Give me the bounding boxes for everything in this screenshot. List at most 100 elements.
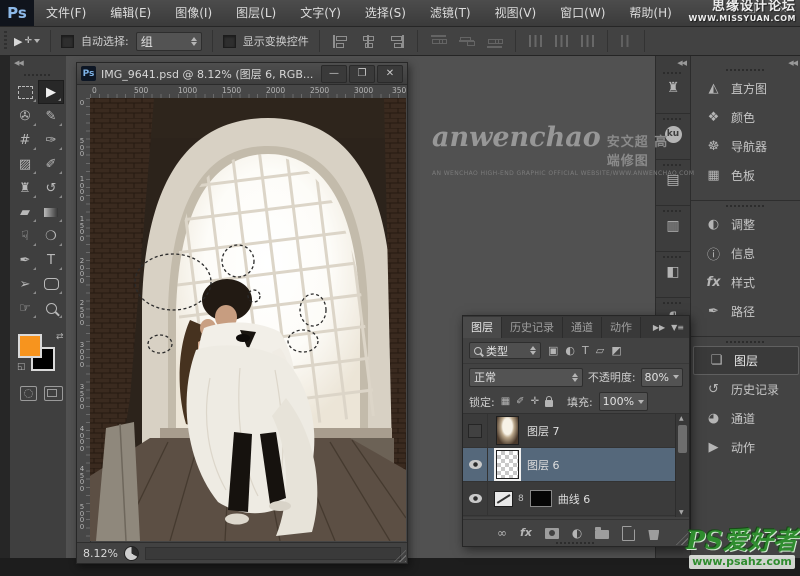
align-vertical-centers-icon[interactable]: [459, 35, 474, 48]
swatches-panel-button[interactable]: ▦色板: [691, 161, 800, 190]
distribute-right-icon[interactable]: [581, 35, 594, 47]
layer-style-icon[interactable]: fx: [520, 527, 532, 539]
zoom-level[interactable]: 8.12%: [83, 547, 118, 560]
path-selection-tool[interactable]: ➢: [12, 272, 38, 296]
adjustment-layer-icon[interactable]: ◐: [572, 527, 582, 539]
clone-source-panel-button[interactable]: ♜: [656, 68, 690, 114]
canvas[interactable]: [90, 98, 406, 541]
quick-mask-button[interactable]: [20, 386, 37, 401]
align-horizontal-centers-icon[interactable]: [361, 35, 376, 48]
lock-paint-icon[interactable]: ✐: [516, 396, 524, 407]
filter-pixel-icon[interactable]: ▣: [548, 344, 558, 357]
lasso-tool[interactable]: ✇: [12, 104, 38, 128]
foreground-color-swatch[interactable]: [18, 334, 42, 358]
dock-collapse-icon[interactable]: ◀◀: [677, 59, 686, 67]
history-panel-button[interactable]: ↺历史记录: [691, 375, 800, 404]
smudge-tool[interactable]: ☟: [12, 224, 38, 248]
move-tool[interactable]: ▶: [38, 80, 64, 104]
doc-minimize-button[interactable]: —: [321, 65, 347, 83]
layer-row-curves[interactable]: 8 曲线 6: [463, 482, 676, 516]
panel-menu-icon[interactable]: ▼≡: [671, 323, 684, 332]
new-group-icon[interactable]: [595, 530, 609, 539]
menu-edit[interactable]: 编辑(E): [98, 0, 163, 26]
layer-mask-thumbnail[interactable]: [530, 490, 552, 507]
auto-select-dropdown[interactable]: 组: [136, 32, 202, 51]
tab-history[interactable]: 历史记录: [502, 317, 563, 338]
brush-tool[interactable]: ✐: [38, 152, 64, 176]
menu-window[interactable]: 窗口(W): [548, 0, 617, 26]
filter-type-icon[interactable]: T: [582, 344, 589, 357]
layer-filter-dropdown[interactable]: 类型: [469, 342, 541, 359]
shape-tool[interactable]: [38, 272, 64, 296]
layers-panel-button[interactable]: ❏图层: [693, 346, 799, 375]
blend-mode-dropdown[interactable]: 正常: [469, 368, 583, 387]
menu-file[interactable]: 文件(F): [34, 0, 98, 26]
lock-all-icon[interactable]: [545, 400, 553, 407]
screen-mode-button[interactable]: [44, 386, 63, 401]
new-layer-icon[interactable]: [622, 526, 635, 541]
align-bottom-edges-icon[interactable]: [487, 35, 502, 48]
layer-thumbnail[interactable]: [496, 416, 519, 445]
distribute-left-icon[interactable]: [529, 35, 542, 47]
styles-panel-button[interactable]: fx样式: [691, 268, 800, 297]
lock-position-icon[interactable]: ✛: [531, 396, 539, 407]
tab-actions[interactable]: 动作: [602, 317, 641, 338]
history-brush-tool[interactable]: ↺: [38, 176, 64, 200]
navigator-panel-button[interactable]: ☸导航器: [691, 132, 800, 161]
hand-tool[interactable]: ☞: [12, 296, 38, 320]
zoom-tool[interactable]: [38, 296, 64, 320]
menu-type[interactable]: 文字(Y): [288, 0, 353, 26]
default-colors-icon[interactable]: ◱: [17, 362, 26, 372]
menu-view[interactable]: 视图(V): [483, 0, 549, 26]
opacity-value[interactable]: 80%: [641, 368, 683, 387]
tab-layers[interactable]: 图层: [463, 317, 502, 338]
crop-tool[interactable]: #: [12, 128, 38, 152]
toolbox-collapse-icon[interactable]: ◀◀: [14, 59, 23, 67]
document-title-bar[interactable]: Ps IMG_9641.psd @ 8.12% (图层 6, RGB... — …: [77, 63, 407, 85]
link-layers-icon[interactable]: ∞: [497, 527, 507, 539]
eyedropper-tool[interactable]: ✑: [38, 128, 64, 152]
show-transform-checkbox[interactable]: [223, 35, 236, 48]
align-left-edges-icon[interactable]: [333, 35, 348, 48]
paths-panel-button[interactable]: ✒路径: [691, 297, 800, 326]
menu-help[interactable]: 帮助(H): [617, 0, 683, 26]
layer-thumbnail[interactable]: [496, 450, 519, 479]
color-panel-button[interactable]: ❖颜色: [691, 103, 800, 132]
visibility-toggle[interactable]: [463, 482, 488, 515]
add-mask-icon[interactable]: [545, 528, 559, 539]
lock-transparent-icon[interactable]: ▦: [501, 396, 510, 407]
paragraph-styles-panel-button[interactable]: ▥: [656, 206, 690, 252]
filter-smart-object-icon[interactable]: ◩: [611, 344, 621, 357]
menu-layer[interactable]: 图层(L): [224, 0, 288, 26]
visibility-toggle[interactable]: [463, 448, 488, 481]
clone-stamp-tool[interactable]: ♜: [12, 176, 38, 200]
quick-selection-tool[interactable]: ✎: [38, 104, 64, 128]
auto-select-checkbox[interactable]: [61, 35, 74, 48]
info-panel-button[interactable]: ⓘ信息: [691, 239, 800, 268]
type-tool[interactable]: T: [38, 248, 64, 272]
expand-panel-icon[interactable]: ▶▶: [653, 323, 665, 332]
panel-grip[interactable]: [556, 542, 596, 544]
actions-panel-button[interactable]: ▶动作: [691, 433, 800, 462]
distribute-spacing-icon[interactable]: [621, 35, 631, 47]
layer-row-7[interactable]: 图层 7: [463, 414, 676, 448]
align-top-edges-icon[interactable]: [431, 35, 446, 48]
curves-adjustment-icon[interactable]: [494, 491, 513, 507]
rectangular-marquee-tool[interactable]: [12, 80, 38, 104]
move-tool-option-icon[interactable]: ▶✛: [14, 35, 40, 48]
menu-image[interactable]: 图像(I): [163, 0, 224, 26]
swap-colors-icon[interactable]: ⇄: [56, 332, 64, 342]
measurement-panel-button[interactable]: ◧: [656, 252, 690, 298]
toolbox-grip[interactable]: [24, 74, 52, 76]
dodge-tool[interactable]: ❍: [38, 224, 64, 248]
adjustments-panel-button[interactable]: ◐调整: [691, 210, 800, 239]
doc-close-button[interactable]: ✕: [377, 65, 403, 83]
scrollbar-thumb[interactable]: [678, 425, 687, 453]
distribute-center-icon[interactable]: [555, 35, 568, 47]
layer-row-6[interactable]: 图层 6: [463, 448, 676, 482]
fill-value[interactable]: 100%: [599, 392, 648, 411]
pen-tool[interactable]: ✒: [12, 248, 38, 272]
menu-select[interactable]: 选择(S): [353, 0, 418, 26]
healing-brush-tool[interactable]: ▨: [12, 152, 38, 176]
tab-channels[interactable]: 通道: [563, 317, 602, 338]
